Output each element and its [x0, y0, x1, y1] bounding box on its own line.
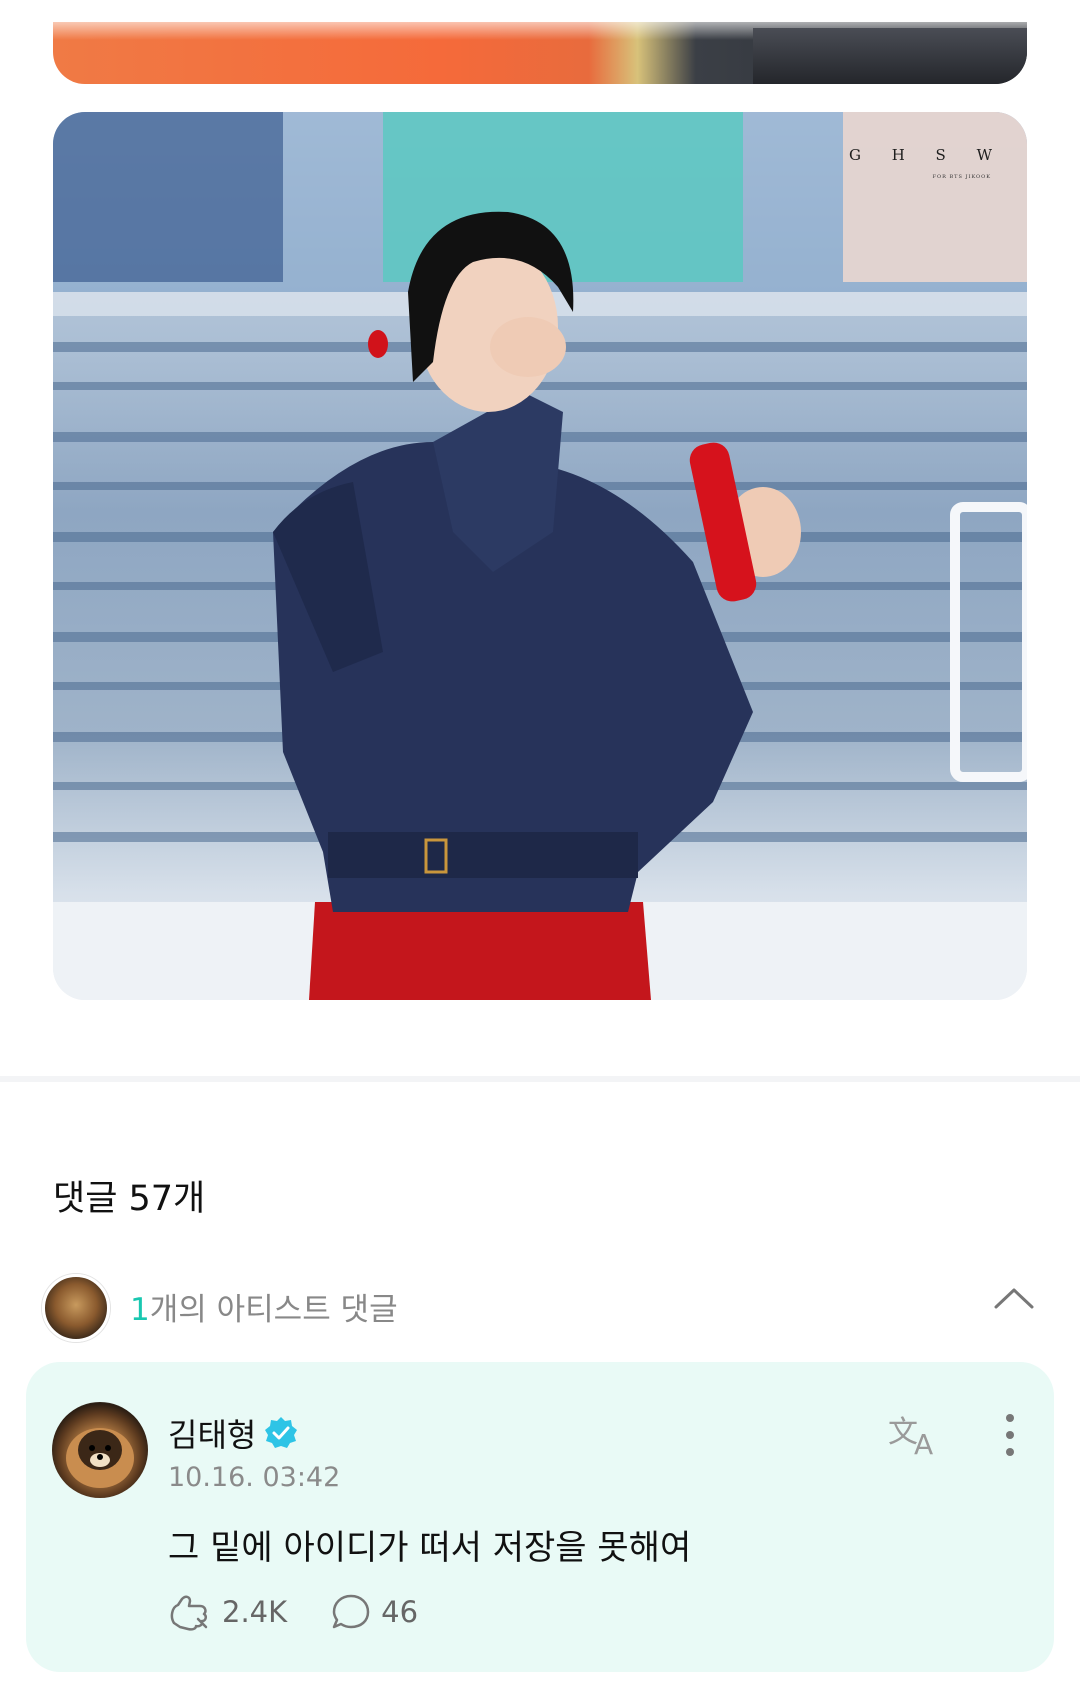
section-divider	[0, 1076, 1080, 1082]
like-icon	[168, 1593, 212, 1631]
svg-text:A: A	[914, 1428, 933, 1458]
verified-badge-icon	[264, 1416, 298, 1450]
comment-text: 그 밑에 아이디가 떠서 저장을 못해여	[168, 1528, 692, 1568]
artist-comments-label: 1개의 아티스트 댓글	[130, 1284, 398, 1329]
watermark-subtitle: FOR BTS JIKOOK	[932, 174, 991, 180]
artist-comment-label-text: 개의 아티스트 댓글	[149, 1292, 398, 1328]
post-image[interactable]: G H S W FOR BTS JIKOOK	[53, 112, 1027, 1000]
reply-icon	[331, 1593, 371, 1631]
translate-icon[interactable]: 文 A	[888, 1410, 944, 1461]
reply-button[interactable]: 46	[331, 1593, 418, 1631]
comment-actions: 2.4K 46	[168, 1590, 418, 1634]
more-vertical-icon[interactable]	[996, 1412, 1024, 1458]
chevron-up-icon[interactable]	[990, 1278, 1038, 1318]
like-count: 2.4K	[222, 1595, 288, 1629]
author-name[interactable]: 김태형	[168, 1410, 256, 1456]
artist-comment-card: 김태형 10.16. 03:42 그 밑에 아이디가 떠서 저장을 못해여 文 …	[26, 1362, 1054, 1672]
artist-avatar-small	[42, 1274, 110, 1342]
author-avatar[interactable]	[52, 1402, 148, 1498]
like-button[interactable]: 2.4K	[168, 1593, 287, 1631]
performer-illustration	[53, 112, 1027, 1000]
comment-timestamp: 10.16. 03:42	[168, 1462, 341, 1493]
watermark: G H S W	[848, 146, 1005, 164]
artist-comment-count: 1	[130, 1292, 150, 1328]
author-name-row: 김태형	[168, 1410, 298, 1456]
post-image-previous[interactable]	[53, 22, 1027, 84]
artist-comments-summary[interactable]: 1개의 아티스트 댓글	[42, 1270, 1038, 1342]
reply-count: 46	[381, 1595, 419, 1629]
comments-count-title: 댓글 57개	[53, 1179, 206, 1219]
photo-dark-area	[753, 28, 1027, 84]
